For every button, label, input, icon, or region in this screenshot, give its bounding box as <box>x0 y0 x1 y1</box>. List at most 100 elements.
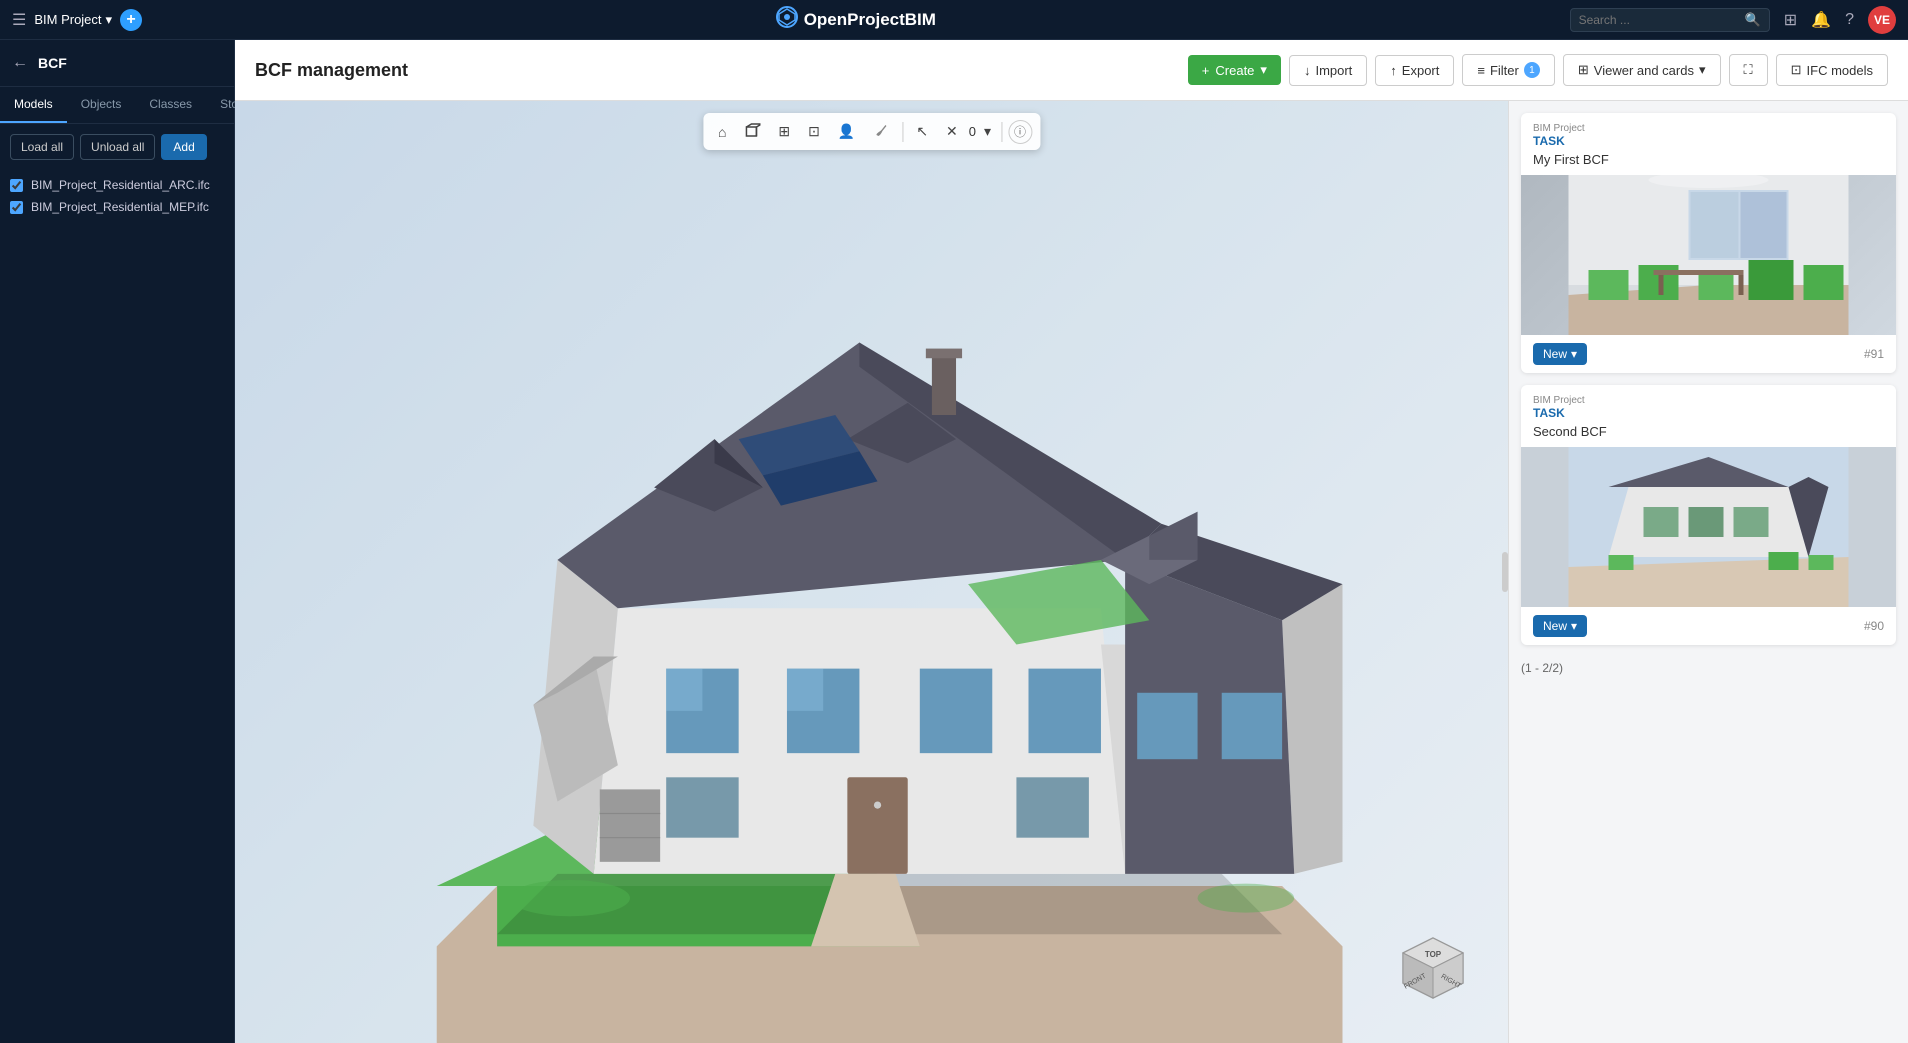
avatar[interactable]: VE <box>1868 6 1896 34</box>
toolbar-separator <box>902 122 903 142</box>
viewer-panel-row: ⌂ ⊞ ⊡ 👤 ↖ ✕ 0 ▾ <box>235 101 1908 1043</box>
toolbar-separator-2 <box>1001 122 1002 142</box>
project-name-label: BIM Project <box>34 12 101 27</box>
add-project-button[interactable]: + <box>120 9 142 31</box>
project-name-btn[interactable]: BIM Project ▾ <box>34 12 112 28</box>
resize-handle[interactable] <box>1502 552 1508 592</box>
nav-right: 🔍 ⊞ 🔔 ? VE <box>1570 6 1896 34</box>
logo-text: OpenProjectBIM <box>804 10 936 30</box>
bcf-card-1-status-button[interactable]: New ▾ <box>1533 343 1587 365</box>
logo: OpenProjectBIM <box>776 6 936 33</box>
bcf-card-2-id: #90 <box>1864 619 1884 633</box>
create-label: Create <box>1215 63 1254 78</box>
import-icon: ↓ <box>1304 63 1311 78</box>
ifc-label: IFC models <box>1807 63 1873 78</box>
bcf-header: BCF management + Create ▾ ↓ Import ↑ Exp… <box>235 40 1908 101</box>
bcf-card-1: BIM Project TASK My First BCF <box>1521 113 1896 373</box>
fullscreen-button[interactable]: ⛶ <box>1729 54 1768 86</box>
bcf-actions: + Create ▾ ↓ Import ↑ Export ≡ Filter 1 <box>1188 54 1888 86</box>
ifc-models-button[interactable]: ⊡ IFC models <box>1776 54 1888 86</box>
list-item: BIM_Project_Residential_MEP.ifc <box>10 200 224 214</box>
sidebar: ← BCF Models Objects Classes Storeys Loa… <box>0 40 235 1043</box>
svg-text:TOP: TOP <box>1425 950 1442 959</box>
ifc-icon: ⊡ <box>1791 62 1802 78</box>
bcf-card-2-project: BIM Project <box>1533 395 1884 406</box>
person-view-button[interactable]: 👤 <box>831 118 862 145</box>
bcf-card-1-task: TASK <box>1533 134 1884 148</box>
sidebar-item-classes[interactable]: Classes <box>135 87 206 123</box>
back-button[interactable]: ← <box>12 54 28 72</box>
help-icon[interactable]: ? <box>1845 11 1854 29</box>
info-button[interactable]: ⓘ <box>1008 120 1032 144</box>
main-layout: ← BCF Models Objects Classes Storeys Loa… <box>0 40 1908 1043</box>
model-background: TOP FRONT RIGHT <box>235 101 1508 1043</box>
bcf-card-2-name: Second BCF <box>1521 424 1896 447</box>
import-button[interactable]: ↓ Import <box>1289 55 1367 86</box>
load-all-button[interactable]: Load all <box>10 134 74 160</box>
file-name-mep: BIM_Project_Residential_MEP.ifc <box>31 200 209 214</box>
bcf-card-1-name: My First BCF <box>1521 152 1896 175</box>
import-label: Import <box>1315 63 1352 78</box>
building-svg <box>235 101 1508 1043</box>
export-label: Export <box>1402 63 1440 78</box>
sidebar-item-objects[interactable]: Objects <box>67 87 136 123</box>
compass-cube: TOP FRONT RIGHT <box>1398 933 1468 1003</box>
bcf-card-2-header: BIM Project TASK <box>1521 385 1896 424</box>
unload-all-button[interactable]: Unload all <box>80 134 155 160</box>
select-box-button[interactable]: ⊡ <box>801 118 827 145</box>
bcf-card-2-status-button[interactable]: New ▾ <box>1533 615 1587 637</box>
viewer-area[interactable]: ⌂ ⊞ ⊡ 👤 ↖ ✕ 0 ▾ <box>235 101 1508 1043</box>
viewer-icon: ⊞ <box>1578 62 1589 78</box>
create-plus-icon: + <box>1202 63 1210 78</box>
search-icon: 🔍 <box>1745 12 1761 28</box>
create-button[interactable]: + Create ▾ <box>1188 55 1281 85</box>
bcf-card-1-status-caret: ▾ <box>1571 347 1577 361</box>
bcf-card-2-status-caret: ▾ <box>1571 619 1577 633</box>
list-item: BIM_Project_Residential_ARC.ifc <box>10 178 224 192</box>
bcf-card-1-image <box>1521 175 1896 335</box>
sidebar-title: BCF <box>38 55 67 71</box>
bcf-card-2-task: TASK <box>1533 406 1884 420</box>
bcf-card-2-status-label: New <box>1543 619 1567 633</box>
bcf-card-1-status-label: New <box>1543 347 1567 361</box>
export-icon: ↑ <box>1390 63 1397 78</box>
box-view-button[interactable] <box>737 117 767 146</box>
filter-label: Filter <box>1490 63 1519 78</box>
cross-button[interactable]: ✕ <box>939 118 965 145</box>
filter-button[interactable]: ≡ Filter 1 <box>1462 54 1554 86</box>
bcf-card-2: BIM Project TASK Second BCF <box>1521 385 1896 645</box>
add-file-button[interactable]: Add <box>161 134 206 160</box>
cursor-button[interactable]: ↖ <box>909 118 935 145</box>
project-caret-icon: ▾ <box>106 12 113 28</box>
bcf-card-2-image <box>1521 447 1896 607</box>
content-area: BCF management + Create ▾ ↓ Import ↑ Exp… <box>235 40 1908 1043</box>
grid-apps-icon[interactable]: ⊞ <box>1784 10 1797 30</box>
bcf-card-1-footer: New ▾ #91 <box>1521 335 1896 373</box>
bcf-card-1-header: BIM Project TASK <box>1521 113 1896 152</box>
file-list: BIM_Project_Residential_ARC.ifc BIM_Proj… <box>0 170 234 222</box>
bcf-count: (1 - 2/2) <box>1521 657 1896 679</box>
file-checkbox-arc[interactable] <box>10 179 23 192</box>
sidebar-item-models[interactable]: Models <box>0 87 67 123</box>
notifications-bell-icon[interactable]: 🔔 <box>1811 10 1831 30</box>
sidebar-header: ← BCF <box>0 40 234 87</box>
viewer-cards-button[interactable]: ⊞ Viewer and cards ▾ <box>1563 54 1721 86</box>
bcf-cards-panel: BIM Project TASK My First BCF <box>1508 101 1908 1043</box>
count-dropdown-button[interactable]: ▾ <box>980 121 995 142</box>
search-box[interactable]: 🔍 <box>1570 8 1770 32</box>
toolbar-count: 0 ▾ <box>969 121 995 142</box>
viewer-caret-icon: ▾ <box>1699 62 1706 78</box>
nav-left: ☰ BIM Project ▾ + <box>12 9 142 31</box>
home-view-button[interactable]: ⌂ <box>711 119 733 145</box>
bcf-card-1-id: #91 <box>1864 347 1884 361</box>
paint-button[interactable] <box>866 117 896 146</box>
hamburger-icon[interactable]: ☰ <box>12 10 26 30</box>
bcf-title: BCF management <box>255 60 408 81</box>
search-input[interactable] <box>1579 13 1739 27</box>
export-button[interactable]: ↑ Export <box>1375 55 1454 86</box>
count-value: 0 <box>969 124 976 139</box>
file-checkbox-mep[interactable] <box>10 201 23 214</box>
viewer-label: Viewer and cards <box>1594 63 1694 78</box>
bcf-card-1-project: BIM Project <box>1533 123 1884 134</box>
grid-view-button[interactable]: ⊞ <box>771 118 797 145</box>
